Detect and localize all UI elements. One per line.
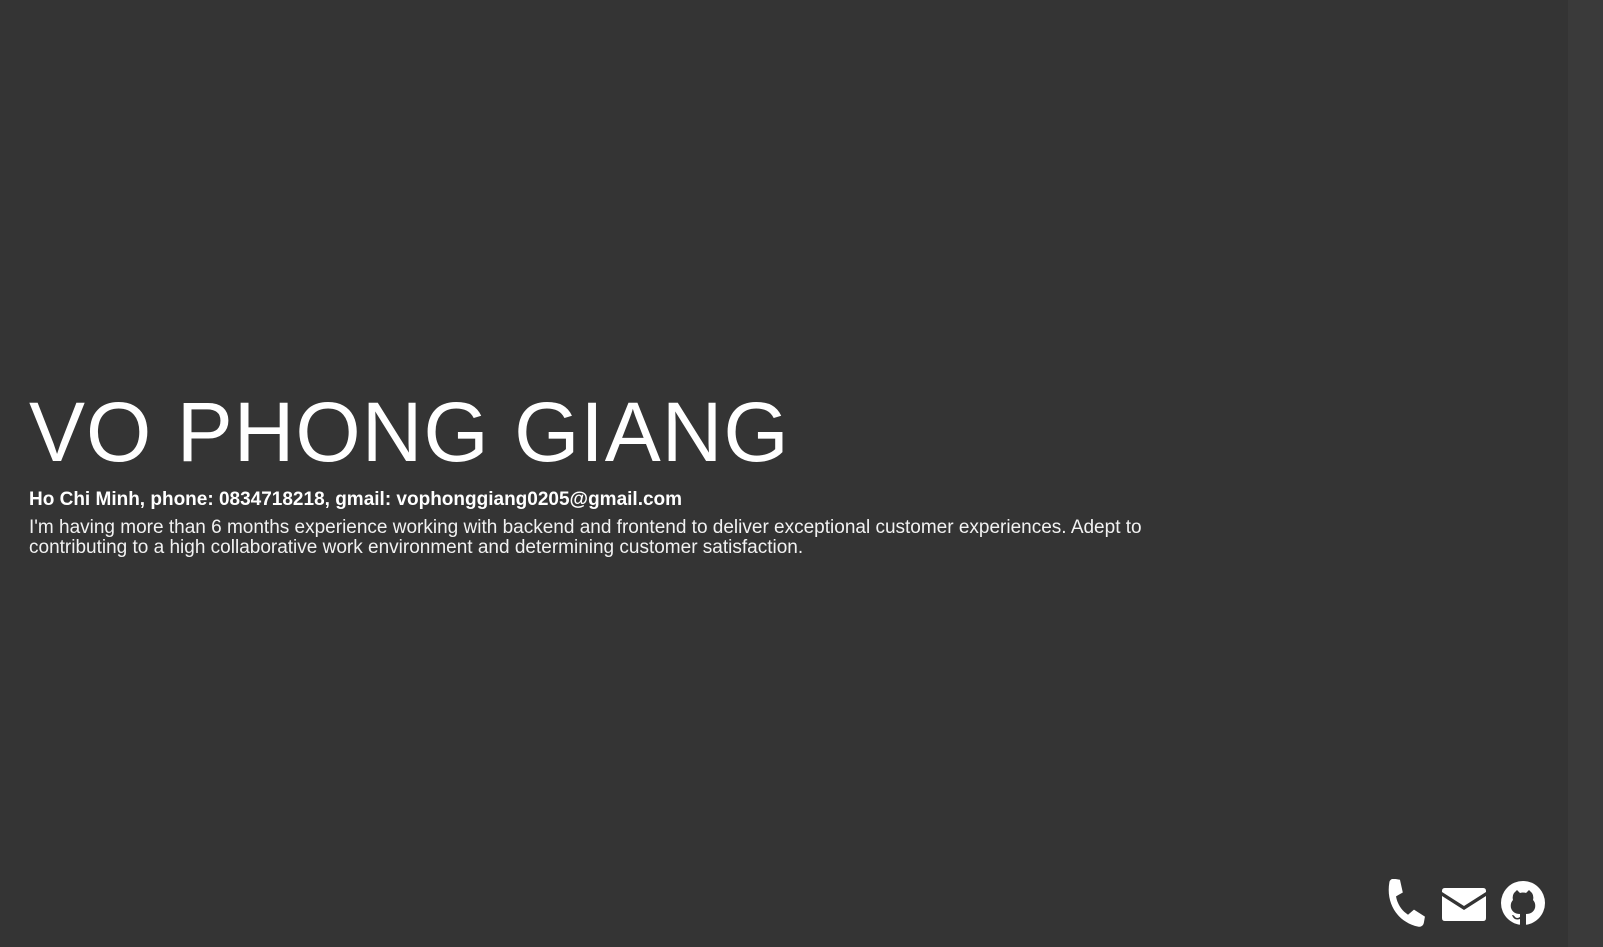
contact-info: Ho Chi Minh, phone: 0834718218, gmail: v…	[29, 489, 683, 510]
page-title: VO PHONG GIANG	[29, 385, 790, 479]
github-icon	[1501, 881, 1545, 925]
email-link[interactable]	[1440, 879, 1488, 927]
github-link[interactable]	[1499, 879, 1547, 927]
hero-section: VO PHONG GIANG Ho Chi Minh, phone: 08347…	[29, 385, 1189, 558]
page-edge-strip	[1568, 0, 1603, 947]
envelope-icon	[1442, 888, 1486, 921]
bio-text: I'm having more than 6 months experience…	[29, 517, 1142, 558]
phone-link[interactable]	[1381, 879, 1429, 927]
phone-icon	[1388, 879, 1425, 927]
social-links	[1381, 879, 1547, 927]
